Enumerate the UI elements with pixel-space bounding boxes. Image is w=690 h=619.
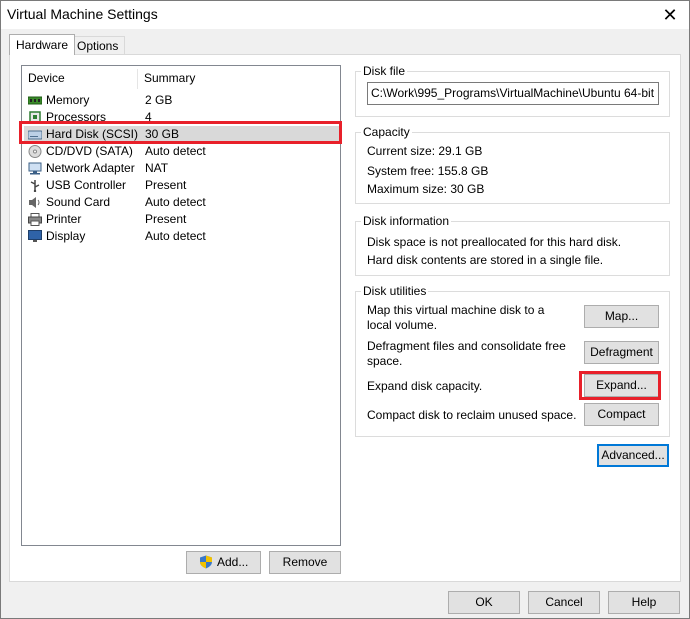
device-summary: Auto detect [145,229,206,243]
current-size-text: Current size: 29.1 GB [367,144,483,158]
device-row-memory[interactable]: Memory 2 GB [24,92,340,109]
expand-highlight-box [579,371,661,400]
capacity-group-label: Capacity [361,125,412,139]
disk-file-group-label: Disk file [361,64,408,78]
disk-info-line-2: Hard disk contents are stored in a singl… [367,253,604,267]
compact-description: Compact disk to reclaim unused space. [367,408,577,422]
disk-utilities-group-label: Disk utilities [361,284,429,298]
device-row-sound-card[interactable]: Sound Card Auto detect [24,194,340,211]
column-divider [137,69,138,89]
device-summary: Present [145,178,187,192]
cd-dvd-icon [28,145,42,158]
display-icon [28,230,42,243]
tab-options[interactable]: Options [70,36,126,54]
device-name: CD/DVD (SATA) [46,144,133,158]
device-summary: 2 GB [145,93,173,107]
device-name: USB Controller [46,178,127,192]
printer-icon [28,213,42,226]
cancel-button[interactable]: Cancel [528,591,600,614]
disk-info-line-1: Disk space is not preallocated for this … [367,235,622,249]
map-description: Map this virtual machine disk to a local… [367,303,545,332]
device-row-cd-dvd[interactable]: CD/DVD (SATA) Auto detect [24,143,340,160]
maximum-size-text: Maximum size: 30 GB [367,182,485,196]
device-summary: Auto detect [145,144,206,158]
defragment-button[interactable]: Defragment [584,341,659,364]
shield-icon [200,555,212,569]
disk-information-group-label: Disk information [361,214,452,228]
remove-device-button[interactable]: Remove [269,551,341,574]
help-button[interactable]: Help [608,591,680,614]
device-summary: Present [145,212,187,226]
window-title: Virtual Machine Settings [7,6,158,22]
device-row-printer[interactable]: Printer Present [24,211,340,228]
device-row-display[interactable]: Display Auto detect [24,228,340,245]
advanced-button[interactable]: Advanced... [597,444,669,467]
memory-icon [27,94,43,107]
sound-card-icon [28,196,42,209]
add-button-label: Add... [217,555,249,569]
device-name: Display [46,229,86,243]
add-device-button[interactable]: Add... [186,551,261,574]
usb-icon [28,179,42,193]
device-name: Memory [46,93,90,107]
device-row-usb-controller[interactable]: USB Controller Present [24,177,340,194]
device-name: Sound Card [46,195,111,209]
title-bar: Virtual Machine Settings ✕ [1,1,689,29]
ok-button[interactable]: OK [448,591,520,614]
system-free-text: System free: 155.8 GB [367,164,489,178]
close-icon[interactable]: ✕ [659,4,681,26]
device-row-network-adapter[interactable]: Network Adapter NAT [24,160,340,177]
device-name: Printer [46,212,82,226]
tab-hardware[interactable]: Hardware [9,34,76,55]
disk-file-path-field[interactable]: C:\Work\995_Programs\VirtualMachine\Ubun… [367,82,659,105]
device-column-header[interactable]: Device [28,71,65,85]
device-name: Network Adapter [46,161,135,175]
compact-button[interactable]: Compact [584,403,659,426]
hard-disk-highlight-box [19,121,342,144]
device-summary: NAT [145,161,169,175]
map-button[interactable]: Map... [584,305,659,328]
network-adapter-icon [28,162,42,175]
device-summary: Auto detect [145,195,206,209]
expand-description: Expand disk capacity. [367,379,483,393]
summary-column-header[interactable]: Summary [144,71,195,85]
defragment-description: Defragment files and consolidate free sp… [367,339,566,368]
settings-window: Virtual Machine Settings ✕ Hardware Opti… [0,0,690,619]
